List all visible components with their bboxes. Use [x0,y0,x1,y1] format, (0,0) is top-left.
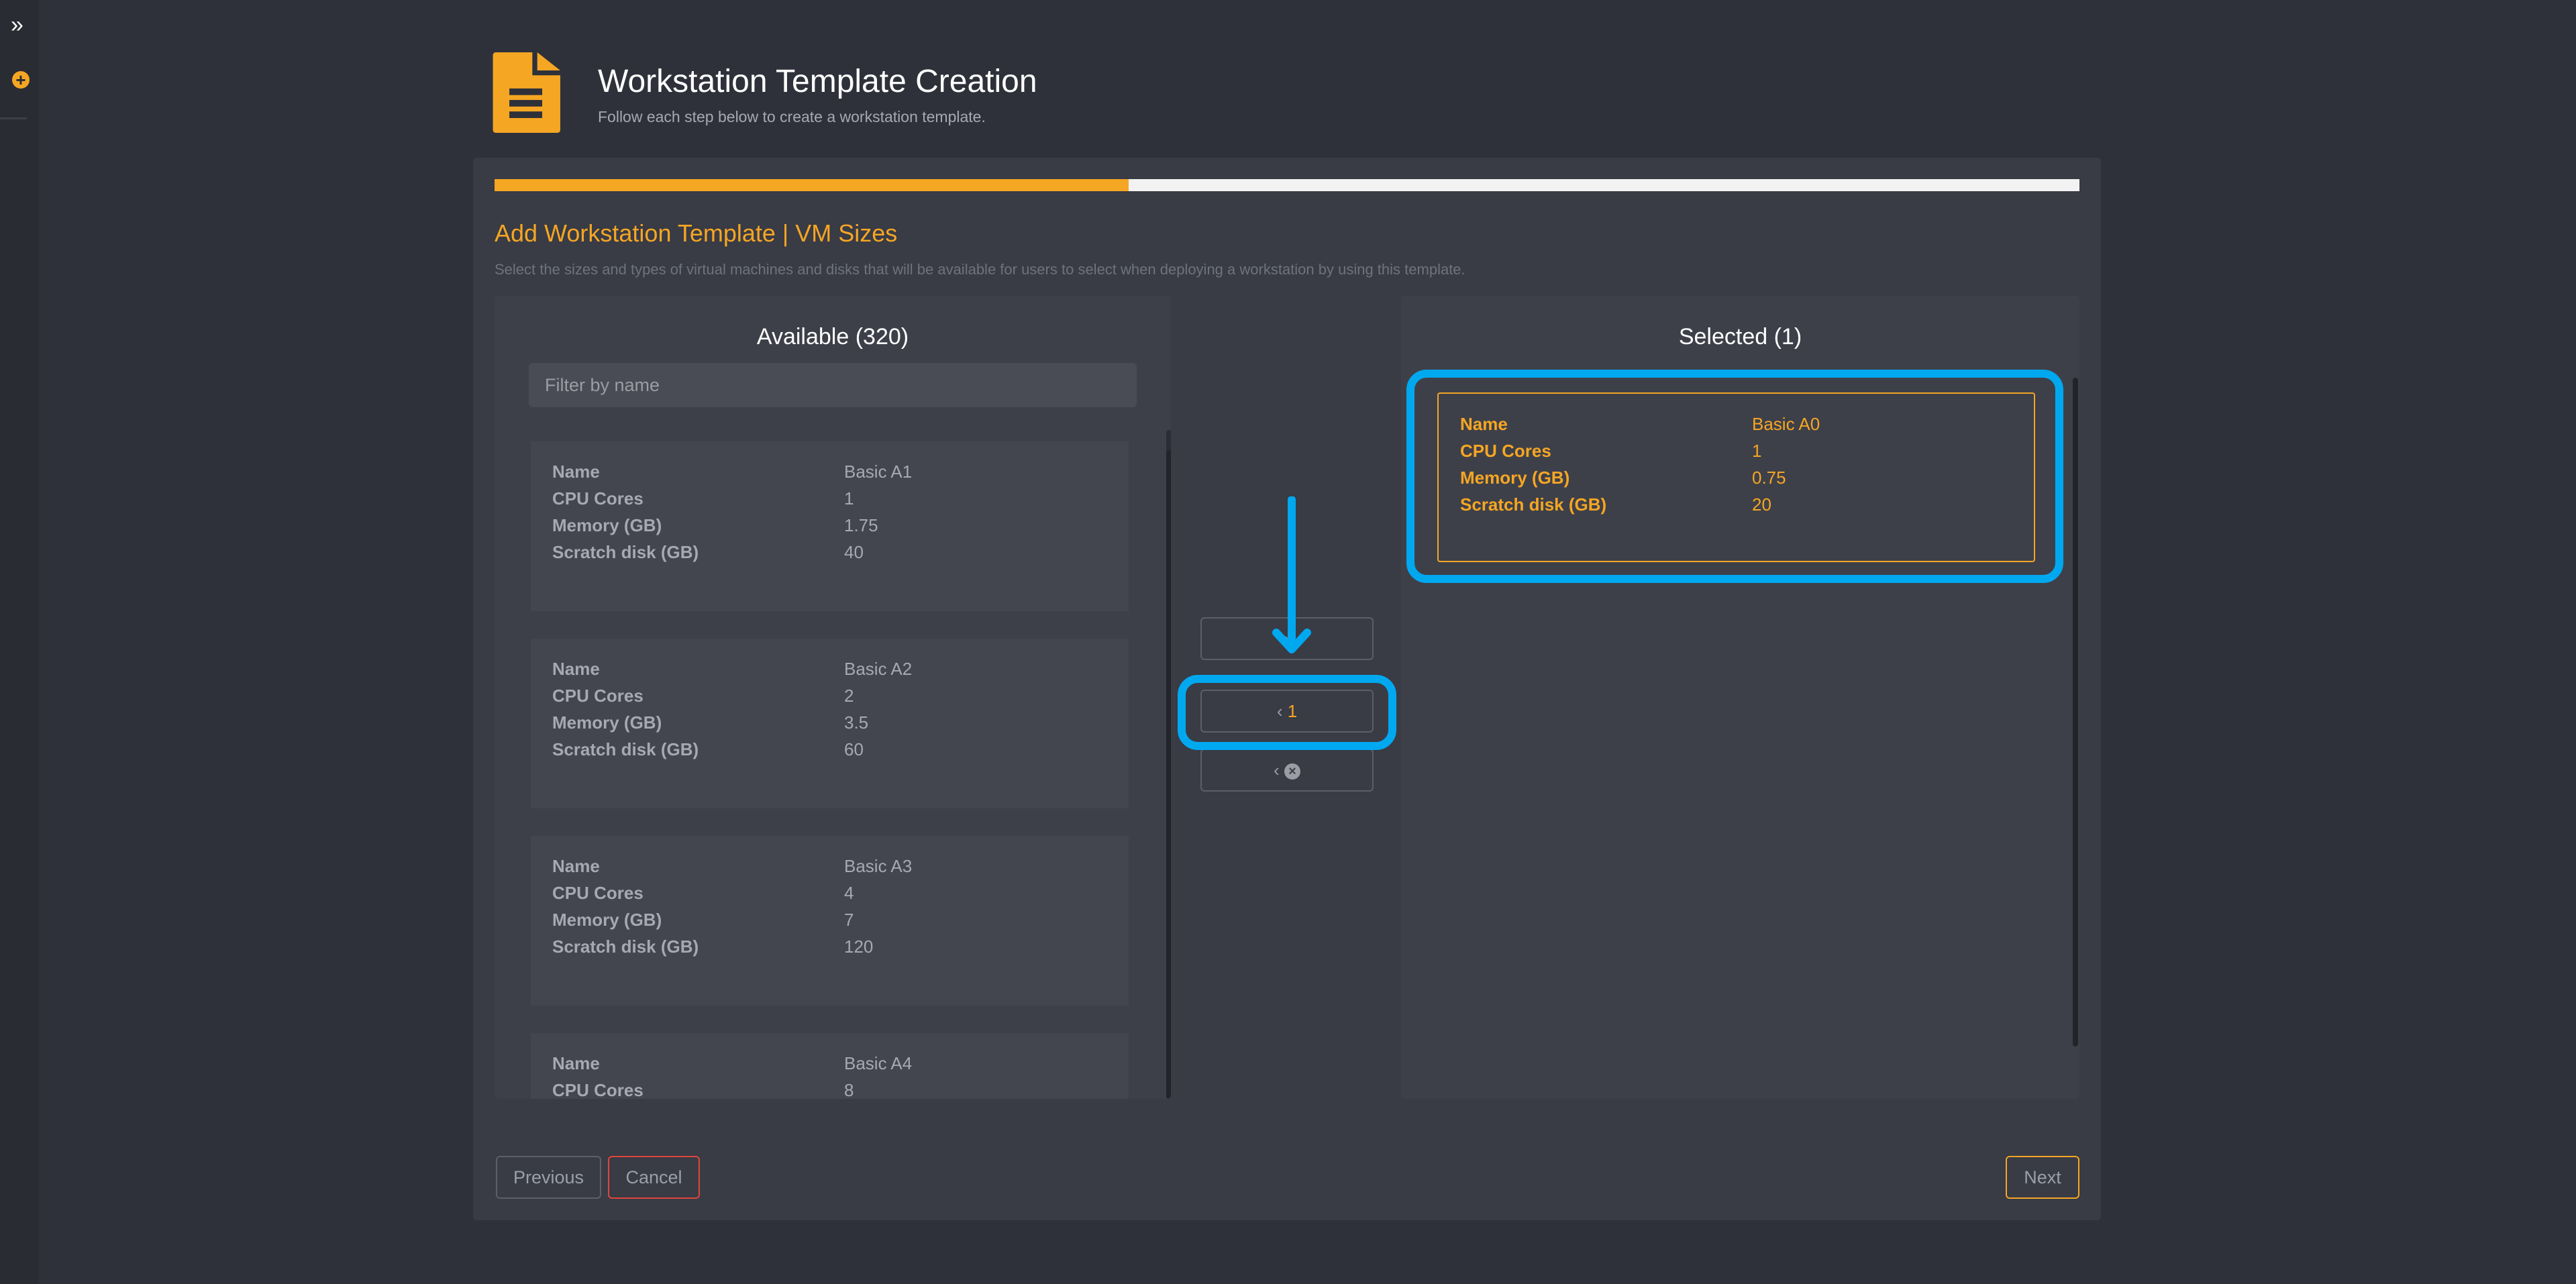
available-title: Available (320) [756,324,909,350]
document-icon [493,52,560,133]
scrollbar[interactable] [2073,378,2078,1047]
field-value: 1 [844,488,854,509]
previous-button[interactable]: Previous [496,1156,601,1199]
field-value: 7 [844,910,854,930]
field-value: 40 [844,542,864,562]
available-list: Name Basic A1 CPU Cores 1 Memory (GB) 1.75 Scr… [495,441,1171,1099]
next-button[interactable]: Next [2006,1156,2079,1199]
progress-bar [495,179,2079,191]
field-label: Name [552,659,600,679]
vm-card[interactable]: Name Basic A3 CPU Cores 4 Memory (GB) 7 Scratc… [531,836,1129,1006]
page-subtitle: Follow each step below to create a works… [598,108,986,125]
field-label: Scratch disk (GB) [552,937,699,957]
field-label: Name [552,462,600,482]
scrollbar-thumb[interactable] [1166,450,1171,1099]
field-label: Memory (GB) [552,515,662,535]
cancel-button[interactable]: Cancel [608,1156,700,1199]
field-value: 8 [844,1080,854,1099]
field-label: Name [552,1053,600,1073]
highlight-selected-card [1406,370,2063,583]
field-label: Name [552,856,600,876]
progress-fill [495,179,1129,191]
field-label: CPU Cores [552,883,643,903]
field-label: Memory (GB) [552,910,662,930]
field-value: Basic A3 [844,856,913,876]
field-label: CPU Cores [552,488,643,509]
field-value: 2 [844,686,854,706]
double-chevron-right-icon[interactable]: » [11,12,23,38]
field-value: Basic A1 [844,462,913,482]
sidebar: » + [0,0,39,1284]
step-description: Select the sizes and types of virtual ma… [495,261,1465,278]
filter-input[interactable] [529,363,1137,407]
field-label: Scratch disk (GB) [552,739,699,759]
field-label: Memory (GB) [552,712,662,733]
selected-title: Selected (1) [1678,324,1802,350]
plus-circle-icon[interactable]: + [12,71,30,89]
vm-card[interactable]: NameBasic A4CPU Cores8Memory (GB)Scratch… [531,1033,1129,1099]
step-title: Add Workstation Template | VM Sizes [495,219,898,247]
page-title: Workstation Template Creation [598,64,1037,99]
available-panel: Available (320) Name Basic A1 CPU Cores 1 Me… [495,296,1171,1099]
field-value: Basic A2 [844,659,913,679]
highlight-remove-button [1178,675,1396,750]
x-circle-icon: × [1284,763,1300,780]
remove-all-button[interactable]: ‹ × [1200,749,1374,792]
arrow-down-annotation [1272,496,1311,653]
vm-card[interactable]: Name Basic A1 CPU Cores 1 Memory (GB) 1.75 Scr… [531,441,1129,611]
field-value: 3.5 [844,712,869,733]
vm-card[interactable]: Name Basic A2 CPU Cores 2 Memory (GB) 3.5 Scra… [531,639,1129,808]
chevron-left-icon: ‹ [1274,760,1280,780]
field-value: 1.75 [844,515,878,535]
field-value: 4 [844,883,854,903]
field-label: CPU Cores [552,686,643,706]
field-value: Basic A4 [844,1053,913,1073]
field-label: Scratch disk (GB) [552,542,699,562]
field-label: CPU Cores [552,1080,643,1099]
field-value: 120 [844,937,874,957]
field-value: 60 [844,739,864,759]
sidebar-divider [0,117,27,119]
